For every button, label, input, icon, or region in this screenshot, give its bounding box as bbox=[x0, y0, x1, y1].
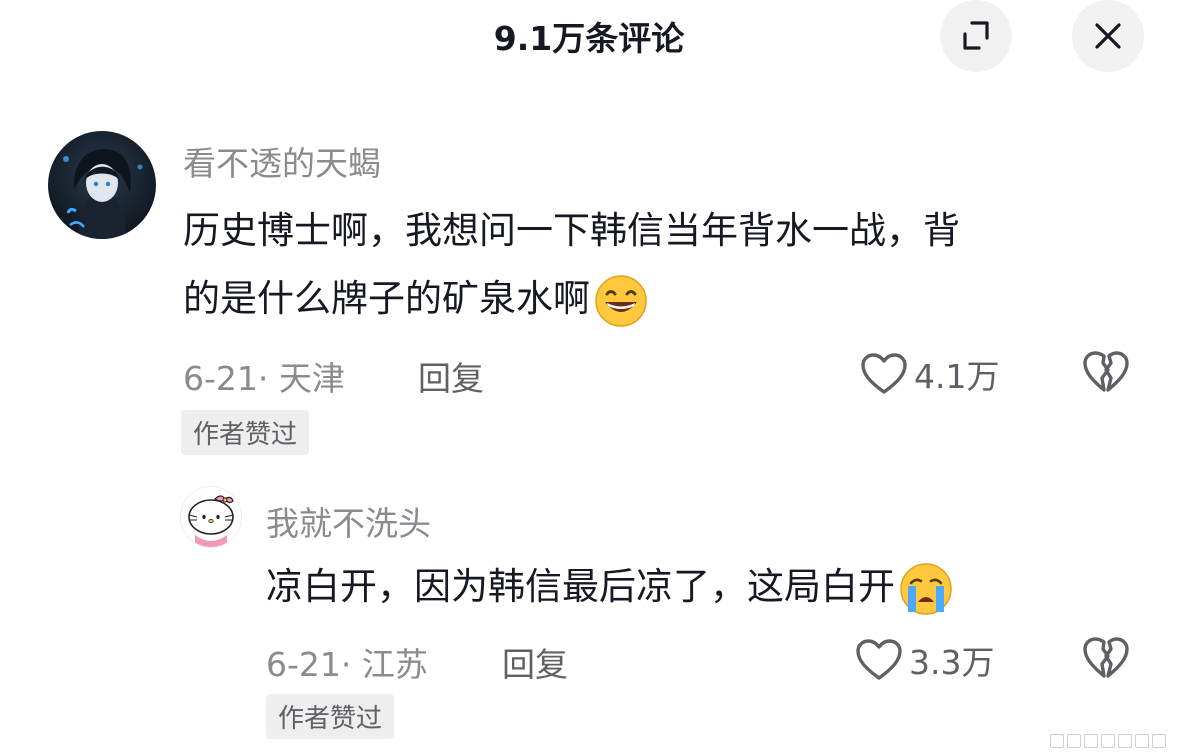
broken-heart-icon bbox=[1083, 637, 1129, 678]
close-button[interactable] bbox=[1072, 0, 1144, 72]
comment-text-line-2: 的是什么牌子的矿泉水啊 bbox=[183, 266, 648, 332]
author-liked-badge: 作者赞过 bbox=[266, 694, 395, 739]
comment-username[interactable]: 我就不洗头 bbox=[266, 497, 431, 545]
expand-button[interactable] bbox=[940, 0, 1012, 72]
comment-username[interactable]: 看不透的天蝎 bbox=[183, 137, 381, 185]
like-count: 4.1万 bbox=[914, 357, 1000, 396]
close-icon bbox=[1095, 23, 1121, 49]
like-button[interactable]: 4.1万 bbox=[860, 350, 999, 398]
expand-icon bbox=[963, 21, 989, 50]
dislike-button[interactable] bbox=[1082, 636, 1130, 684]
like-button[interactable]: 3.3万 bbox=[855, 636, 994, 684]
comment-meta: 6-21· 天津 bbox=[183, 359, 345, 398]
crying-emoji-icon bbox=[900, 562, 952, 615]
reply-button[interactable]: 回复 bbox=[502, 638, 568, 686]
author-liked-badge: 作者赞过 bbox=[181, 410, 310, 455]
grin-emoji-icon bbox=[595, 274, 647, 327]
reply-button[interactable]: 回复 bbox=[418, 352, 484, 400]
heart-icon bbox=[861, 353, 907, 394]
avatar[interactable] bbox=[48, 131, 156, 239]
heart-icon bbox=[856, 639, 902, 680]
comment-meta: 6-21· 江苏 bbox=[266, 645, 428, 684]
comment-text-line-1: 历史博士啊，我想问一下韩信当年背水一战，背 bbox=[183, 209, 960, 252]
comment-text: 凉白开，因为韩信最后凉了，这局白开 bbox=[266, 554, 953, 620]
watermark-dots bbox=[1050, 734, 1166, 748]
broken-heart-icon bbox=[1083, 351, 1129, 392]
like-count: 3.3万 bbox=[909, 643, 995, 682]
dislike-button[interactable] bbox=[1082, 350, 1130, 398]
avatar[interactable] bbox=[180, 486, 242, 548]
